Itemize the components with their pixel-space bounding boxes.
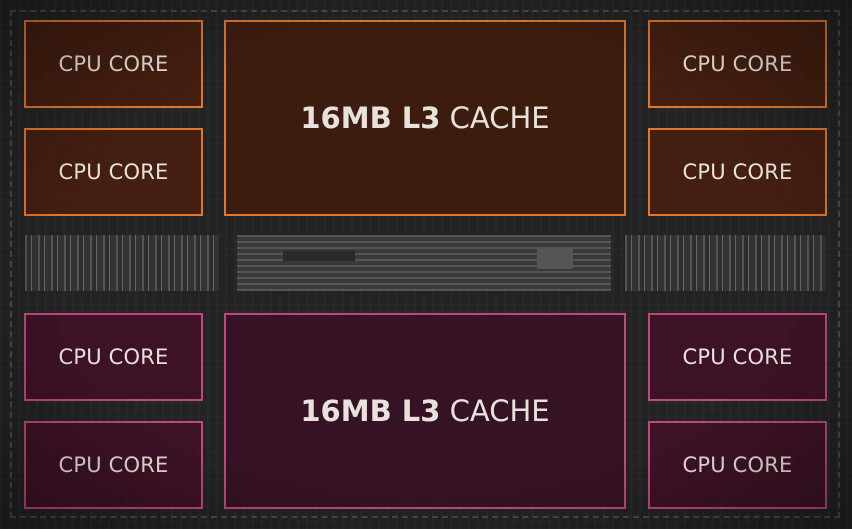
interconnect-left (24, 234, 220, 292)
cpu-core-top-right-1: CPU CORE (648, 20, 827, 108)
cpu-core-label: CPU CORE (58, 345, 169, 369)
cpu-core-label: CPU CORE (682, 453, 793, 477)
cpu-core-top-left-2: CPU CORE (24, 128, 203, 216)
cpu-core-top-left-1: CPU CORE (24, 20, 203, 108)
l3-cache-top: 16MB L3 CACHE (224, 20, 626, 216)
cache-size: 16MB L3 (300, 394, 441, 428)
cpu-core-label: CPU CORE (58, 160, 169, 184)
cpu-core-label: CPU CORE (682, 160, 793, 184)
cpu-core-bottom-right-1: CPU CORE (648, 313, 827, 401)
interconnect-center (236, 234, 612, 292)
cpu-core-label: CPU CORE (682, 345, 793, 369)
cpu-core-label: CPU CORE (58, 52, 169, 76)
cache-word: CACHE (449, 394, 550, 428)
l3-cache-label: 16MB L3 CACHE (300, 101, 549, 135)
cache-word: CACHE (449, 101, 550, 135)
cpu-core-top-right-2: CPU CORE (648, 128, 827, 216)
cpu-core-bottom-left-2: CPU CORE (24, 421, 203, 509)
l3-cache-label: 16MB L3 CACHE (300, 394, 549, 428)
cpu-core-label: CPU CORE (58, 453, 169, 477)
l3-cache-bottom: 16MB L3 CACHE (224, 313, 626, 509)
cache-size: 16MB L3 (300, 101, 441, 135)
cpu-core-label: CPU CORE (682, 52, 793, 76)
cpu-core-bottom-right-2: CPU CORE (648, 421, 827, 509)
interconnect-right (624, 234, 827, 292)
cpu-core-bottom-left-1: CPU CORE (24, 313, 203, 401)
